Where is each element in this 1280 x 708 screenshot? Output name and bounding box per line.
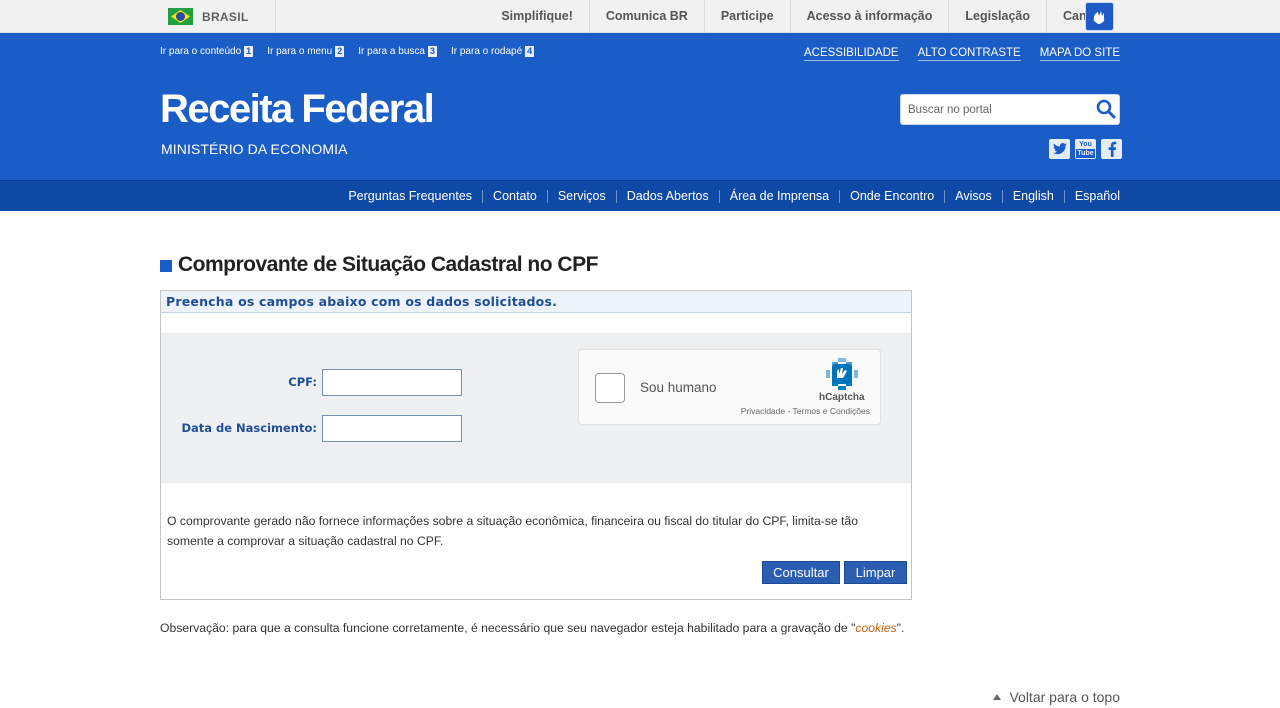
youtube-icon[interactable]: You Tube: [1075, 139, 1096, 159]
nav-servicos[interactable]: Serviços: [546, 189, 616, 203]
page-title-text: Comprovante de Situação Cadastral no CPF: [178, 253, 598, 276]
nav-espanol[interactable]: Español: [1063, 189, 1120, 203]
nav-perguntas-frequentes[interactable]: Perguntas Frequentes: [338, 189, 482, 203]
main-nav: Perguntas Frequentes Contato Serviços Da…: [0, 180, 1280, 211]
access-links: Ir para o conteúdo 1 Ir para o menu 2 Ir p…: [160, 46, 535, 57]
gov-link-participe[interactable]: Participe: [703, 0, 790, 33]
site-title[interactable]: Receita Federal: [160, 89, 435, 129]
skip-to-content-link[interactable]: Ir para o conteúdo 1: [160, 46, 254, 57]
cpf-form: Preencha os campos abaixo com os dados s…: [160, 290, 912, 600]
hcaptcha-privacy-terms-links[interactable]: Privacidade - Termos e Condições: [741, 406, 870, 416]
gov-link-acesso-informacao[interactable]: Acesso à informação: [789, 0, 949, 33]
twitter-icon[interactable]: [1049, 139, 1070, 159]
hcaptcha-logo-icon: [826, 358, 858, 390]
page-title: Comprovante de Situação Cadastral no CPF: [160, 253, 598, 277]
nav-contato[interactable]: Contato: [482, 189, 547, 203]
back-to-top-label: Voltar para o topo: [1009, 689, 1120, 705]
nav-links: Perguntas Frequentes Contato Serviços Da…: [338, 181, 1120, 211]
captcha-checkbox[interactable]: [595, 373, 625, 403]
limpar-button[interactable]: Limpar: [844, 561, 907, 584]
birth-date-label: Data de Nascimento:: [181, 421, 317, 435]
nav-avisos[interactable]: Avisos: [944, 189, 1002, 203]
disclaimer-text: O comprovante gerado não fornece informa…: [167, 514, 858, 548]
search-box: [900, 94, 1120, 125]
nav-dados-abertos[interactable]: Dados Abertos: [615, 189, 719, 203]
brasil-label: BRASIL: [202, 9, 249, 24]
alto-contraste-link[interactable]: ALTO CONTRASTE: [917, 47, 1021, 61]
search-icon[interactable]: [1095, 98, 1117, 120]
acessibilidade-link[interactable]: ACESSIBILIDADE: [804, 47, 899, 61]
cpf-input[interactable]: [322, 369, 462, 396]
top-links: ACESSIBILIDADE ALTO CONTRASTE MAPA DO SI…: [804, 47, 1120, 61]
cpf-label: CPF:: [288, 375, 317, 389]
facebook-icon[interactable]: [1101, 139, 1122, 159]
hands-icon: [1093, 10, 1104, 24]
title-square-icon: [160, 259, 172, 272]
gov-bar: BRASIL Simplifique! Comunica BR Particip…: [0, 0, 1280, 33]
observation-suffix: ".: [896, 621, 905, 635]
cookies-word: cookies: [855, 621, 897, 635]
nav-english[interactable]: English: [1001, 189, 1064, 203]
brazil-flag-icon: [168, 8, 193, 25]
observation-text: Observação: para que a consulta funcione…: [160, 621, 856, 635]
cookies-observation: Observação: para que a consulta funcione…: [160, 619, 920, 639]
gov-link-comunica-br[interactable]: Comunica BR: [588, 0, 704, 33]
search-input[interactable]: [901, 95, 1086, 124]
form-header: Preencha os campos abaixo com os dados s…: [161, 291, 911, 313]
skip-to-footer-link[interactable]: Ir para o rodapé 4: [451, 46, 535, 57]
site-subtitle: MINISTÉRIO DA ECONOMIA: [161, 141, 348, 157]
birth-date-input[interactable]: [322, 415, 462, 442]
form-fields-panel: CPF: Data de Nascimento: Sou humano hCap…: [161, 333, 911, 483]
social-links: You Tube: [1049, 139, 1122, 159]
gov-link-legislacao[interactable]: Legislação: [948, 0, 1046, 33]
consultar-button[interactable]: Consultar: [762, 561, 840, 584]
hcaptcha-brand: hCaptcha: [819, 392, 865, 403]
mapa-do-site-link[interactable]: MAPA DO SITE: [1039, 47, 1120, 61]
gov-divider: [275, 0, 276, 33]
nav-area-de-imprensa[interactable]: Área de Imprensa: [718, 189, 839, 203]
gov-link-simplifique[interactable]: Simplifique!: [485, 0, 589, 33]
back-to-top-link[interactable]: Voltar para o topo: [993, 689, 1120, 705]
nav-onde-encontro[interactable]: Onde Encontro: [839, 189, 944, 203]
brasil-link[interactable]: BRASIL: [168, 0, 248, 33]
captcha-text: Sou humano: [640, 380, 717, 395]
site-header: Ir para o conteúdo 1 Ir para o menu 2 Ir p…: [0, 33, 1280, 180]
vlibras-hands-icon[interactable]: [1085, 2, 1114, 31]
gov-links: Simplifique! Comunica BR Participe Acess…: [485, 0, 1120, 33]
hcaptcha-widget: Sou humano hCaptcha Privacidade - Termos…: [578, 349, 881, 425]
arrow-up-icon: [993, 694, 1002, 700]
skip-to-search-link[interactable]: Ir para a busca 3: [358, 46, 437, 57]
skip-to-menu-link[interactable]: Ir para o menu 2: [267, 46, 345, 57]
